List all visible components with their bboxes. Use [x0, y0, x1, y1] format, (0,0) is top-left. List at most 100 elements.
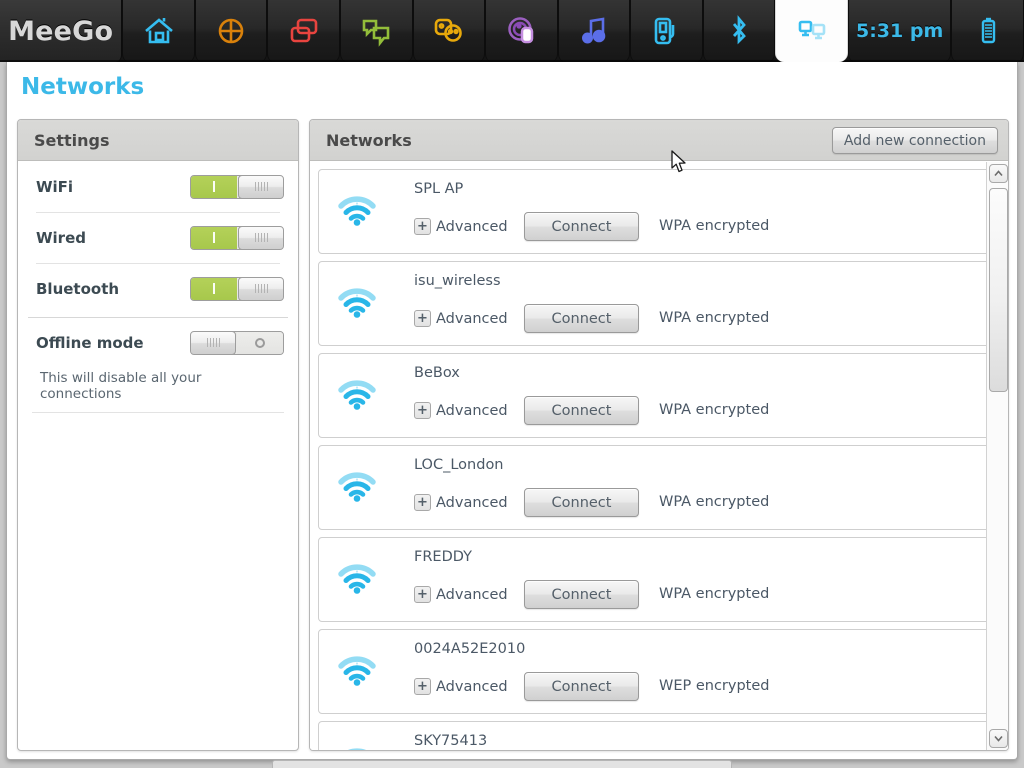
network-name: FREDDY [414, 549, 472, 565]
wifi-icon [338, 196, 376, 226]
plus-icon[interactable]: + [414, 218, 431, 235]
advanced-toggle[interactable]: + Advanced [414, 218, 508, 235]
toolbar-tab-applications[interactable] [267, 0, 340, 62]
setting-row-bluetooth: Bluetooth [18, 263, 298, 314]
toolbar-tab-devices[interactable] [630, 0, 703, 62]
clock-label: 5:31 pm [855, 20, 944, 42]
wifi-toggle[interactable] [190, 174, 284, 199]
setting-row-offline-mode: Offline mode [18, 317, 298, 368]
scrollbar-up-button[interactable] [989, 164, 1008, 183]
toolbar-tab-home[interactable] [122, 0, 195, 62]
plus-icon[interactable]: + [414, 494, 431, 511]
battery-icon [971, 14, 1005, 48]
network-row[interactable]: BeBox + Advanced Connect WPA encrypted [318, 353, 1000, 438]
network-security-label: WPA encrypted [659, 586, 770, 602]
toggle-off-mark [255, 337, 265, 348]
network-security-label: WEP encrypted [659, 678, 770, 694]
wifi-signal-icon [337, 654, 377, 690]
toolbar-tab-status[interactable] [339, 0, 413, 62]
network-row[interactable]: isu_wireless + Advanced Connect WPA encr… [318, 261, 1000, 346]
network-name: SKY75413 [414, 733, 488, 749]
toolbar-clock[interactable]: 5:31 pm [847, 0, 952, 62]
meego-brand-button[interactable]: MeeGo [0, 0, 123, 62]
settings-panel: Settings WiFi Wired Bluetooth Offline mo… [17, 119, 299, 751]
offline-mode-toggle[interactable] [190, 330, 284, 355]
zones-icon [214, 14, 248, 48]
scrollbar-down-button[interactable] [989, 729, 1008, 748]
connect-button[interactable]: Connect [524, 672, 639, 701]
plus-icon[interactable]: + [414, 310, 431, 327]
page-title: Networks [21, 74, 145, 100]
scrollbar-thumb[interactable] [989, 188, 1008, 392]
networks-header-label: Networks [326, 130, 412, 150]
toggle-knob[interactable] [238, 175, 283, 198]
network-row[interactable]: SKY75413 + Advanced Connect [318, 721, 1000, 750]
advanced-label: Advanced [436, 402, 508, 419]
network-row[interactable]: SPL AP + Advanced Connect WPA encrypted [318, 169, 1000, 254]
setting-label-wifi: WiFi [36, 177, 74, 196]
people-icon [432, 14, 466, 48]
wifi-icon [338, 656, 376, 686]
add-new-connection-button[interactable]: Add new connection [831, 127, 998, 154]
network-row[interactable]: FREDDY + Advanced Connect WPA encrypted [318, 537, 1000, 622]
toolbar-tab-media[interactable] [557, 0, 631, 62]
toolbar-tab-internet[interactable] [485, 0, 558, 62]
networks-scrollbar[interactable] [986, 162, 1008, 750]
wired-toggle[interactable] [190, 225, 284, 250]
toggle-knob[interactable] [238, 277, 283, 300]
networks-icon [795, 14, 829, 48]
toggle-track-on [191, 226, 237, 249]
wifi-signal-icon [337, 286, 377, 322]
toolbar-tab-battery[interactable] [951, 0, 1024, 62]
advanced-label: Advanced [436, 678, 508, 695]
toolbar-tab-people[interactable] [412, 0, 486, 62]
networks-panel: Networks Add new connection SPL AP + Adv… [309, 119, 1009, 751]
plus-icon[interactable]: + [414, 586, 431, 603]
settings-panel-header: Settings [18, 120, 298, 161]
wifi-signal-icon [337, 746, 377, 750]
wifi-signal-icon [337, 194, 377, 230]
connect-button[interactable]: Connect [524, 304, 639, 333]
advanced-toggle[interactable]: + Advanced [414, 402, 508, 419]
connect-button[interactable]: Connect [524, 396, 639, 425]
wifi-icon [338, 380, 376, 410]
internet-icon [504, 14, 538, 48]
bluetooth-icon [722, 14, 756, 48]
networks-panel-header: Networks Add new connection [310, 120, 1008, 161]
home-icon [142, 14, 176, 48]
applications-icon [287, 14, 321, 48]
toggle-on-mark [213, 232, 215, 243]
connect-button[interactable]: Connect [524, 580, 639, 609]
toggle-track-on [191, 277, 237, 300]
toggle-knob[interactable] [238, 226, 283, 249]
toolbar-tab-zones[interactable] [194, 0, 268, 62]
network-security-label: WPA encrypted [659, 310, 770, 326]
connect-button[interactable]: Connect [524, 212, 639, 241]
plus-icon[interactable]: + [414, 402, 431, 419]
toolbar-tab-networks[interactable] [775, 0, 848, 62]
network-name: BeBox [414, 365, 460, 381]
wifi-icon [348, 748, 366, 750]
network-security-label: WPA encrypted [659, 402, 770, 418]
network-name: LOC_London [414, 457, 504, 473]
bluetooth-toggle[interactable] [190, 276, 284, 301]
plus-icon[interactable]: + [414, 678, 431, 695]
main-window: Networks Settings WiFi Wired Bluetooth O… [6, 62, 1018, 760]
chevron-down-icon [994, 735, 1003, 742]
toggle-on-mark [213, 283, 215, 294]
wifi-signal-icon [337, 562, 377, 598]
advanced-toggle[interactable]: + Advanced [414, 494, 508, 511]
advanced-toggle[interactable]: + Advanced [414, 310, 508, 327]
toggle-track-on [191, 175, 237, 198]
toggle-knob[interactable] [191, 331, 236, 354]
advanced-label: Advanced [436, 586, 508, 603]
advanced-label: Advanced [436, 310, 508, 327]
advanced-toggle[interactable]: + Advanced [414, 586, 508, 603]
connect-button[interactable]: Connect [524, 488, 639, 517]
network-row[interactable]: LOC_London + Advanced Connect WPA encryp… [318, 445, 1000, 530]
advanced-toggle[interactable]: + Advanced [414, 678, 508, 695]
toolbar-tab-bluetooth[interactable] [702, 0, 776, 62]
network-row[interactable]: 0024A52E2010 + Advanced Connect WEP encr… [318, 629, 1000, 714]
background-window-sliver [272, 760, 732, 768]
wifi-icon [338, 288, 376, 318]
